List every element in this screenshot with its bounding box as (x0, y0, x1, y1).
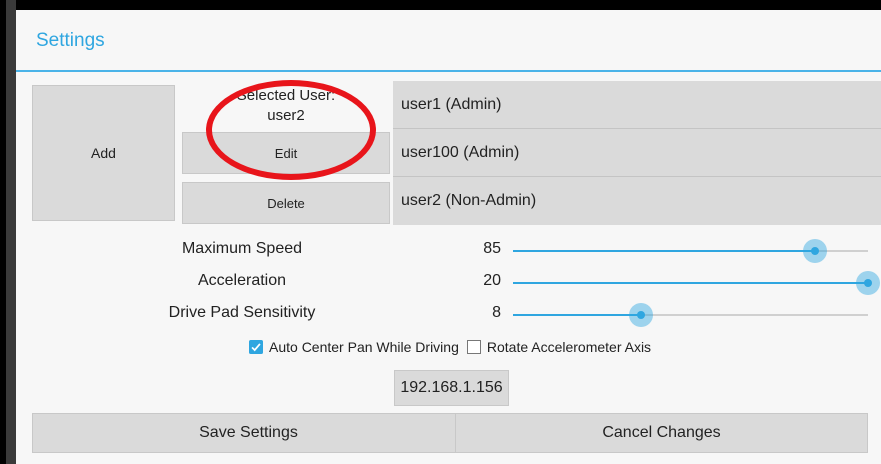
user-list: user1 (Admin) user100 (Admin) user2 (Non… (393, 81, 881, 225)
selected-user-heading: Selected User: (236, 87, 336, 104)
maximum-speed-slider[interactable] (513, 239, 868, 263)
slider-thumb[interactable] (803, 239, 827, 263)
slider-fill (513, 250, 815, 252)
user-list-item[interactable]: user100 (Admin) (393, 129, 881, 177)
slider-thumb[interactable] (856, 271, 880, 295)
options-row: Auto Center Pan While Driving Rotate Acc… (249, 337, 659, 357)
user-list-item[interactable]: user2 (Non-Admin) (393, 177, 881, 225)
edit-user-button[interactable]: Edit (182, 132, 390, 174)
slider-thumb-dot (864, 279, 872, 287)
delete-user-button[interactable]: Delete (182, 182, 390, 224)
cancel-changes-button[interactable]: Cancel Changes (455, 413, 868, 453)
rotate-accelerometer-label: Rotate Accelerometer Axis (486, 339, 652, 355)
maximum-speed-label: Maximum Speed (181, 240, 303, 257)
title-bar: Settings (16, 10, 881, 72)
dialog-title: Settings (36, 30, 105, 51)
slider-thumb[interactable] (629, 303, 653, 327)
slider-fill (513, 282, 868, 284)
acceleration-slider[interactable] (513, 271, 880, 295)
background-strip (6, 0, 16, 464)
rotate-accelerometer-checkbox[interactable] (466, 340, 481, 354)
maximum-speed-value: 85 (483, 240, 501, 257)
auto-center-checkbox[interactable] (249, 340, 263, 354)
acceleration-value: 20 (483, 272, 501, 289)
add-user-button[interactable]: Add (32, 85, 175, 221)
ip-address-button[interactable]: 192.168.1.156 (394, 370, 509, 406)
settings-dialog: Settings Add Selected User: user2 Edit D… (16, 10, 881, 464)
auto-center-label: Auto Center Pan While Driving (269, 339, 459, 355)
acceleration-label: Acceleration (197, 272, 287, 289)
save-settings-button[interactable]: Save Settings (32, 413, 465, 453)
slider-thumb-dot (637, 311, 645, 319)
slider-thumb-dot (811, 247, 819, 255)
window-frame-top (0, 0, 881, 8)
user-list-item[interactable]: user1 (Admin) (393, 81, 881, 129)
selected-user-label: Selected User: user2 (182, 86, 390, 126)
drive-pad-sensitivity-value: 8 (492, 304, 501, 321)
drive-pad-sensitivity-slider[interactable] (513, 303, 868, 327)
slider-fill (513, 314, 641, 316)
drive-pad-sensitivity-label: Drive Pad Sensitivity (168, 304, 316, 321)
selected-user-name: user2 (267, 107, 305, 124)
